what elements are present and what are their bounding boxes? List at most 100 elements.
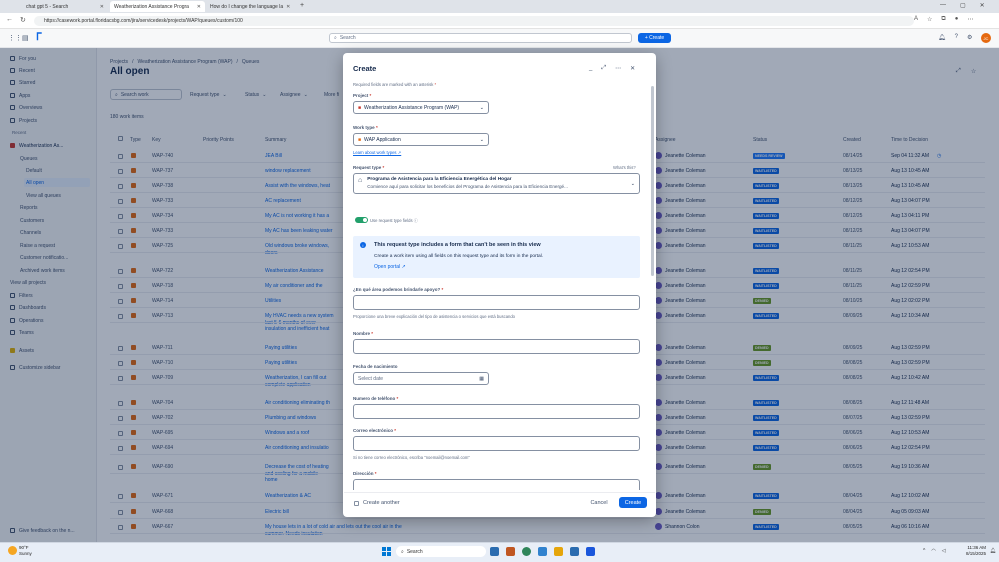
work-type-label: Work type * <box>353 125 378 130</box>
close-window-icon[interactable]: ✕ <box>980 2 985 9</box>
checkbox-label: Create another <box>363 500 400 506</box>
search-placeholder: Search <box>339 35 356 41</box>
collections-icon[interactable]: ⧉ <box>941 16 945 23</box>
taskbar-search[interactable]: ⌕ Search <box>396 546 486 557</box>
dialog-scrollbar[interactable] <box>651 86 654 276</box>
toggle-label-text: Use request type fields <box>370 218 413 223</box>
task-view-icon[interactable] <box>490 547 499 556</box>
learn-work-types-link[interactable]: Learn about work types ↗ <box>353 150 401 155</box>
start-icon[interactable] <box>382 547 391 556</box>
email-input[interactable] <box>353 436 640 451</box>
label-text: Dirección <box>353 471 374 476</box>
file-explorer-icon[interactable] <box>554 547 563 556</box>
link-text: Open portal <box>374 264 401 270</box>
notification-bell-icon[interactable]: 🔔︎ <box>990 548 996 554</box>
favorite-icon[interactable]: ☆ <box>927 16 932 23</box>
app-icon[interactable] <box>506 547 515 556</box>
settings-icon[interactable]: ⚙ <box>967 34 972 41</box>
clock[interactable]: 11:36 AM 8/15/2025 <box>966 545 986 557</box>
close-icon[interactable]: ✕ <box>197 4 201 10</box>
info-title: This request type includes a form that c… <box>374 242 541 248</box>
project-icon: ■ <box>358 104 362 111</box>
request-type-select[interactable]: ⌂ Programa de Asistencia para la Eficien… <box>353 173 640 194</box>
request-type-label: Request type * <box>353 165 385 170</box>
notifications-icon[interactable]: 🔔︎ <box>938 34 946 41</box>
create-another-checkbox[interactable]: Create another <box>354 500 400 506</box>
minimize-icon[interactable]: — <box>940 2 946 9</box>
tab-title: chat gpt 5 - Search <box>26 3 69 10</box>
open-portal-link[interactable]: Open portal ↗ <box>374 264 406 270</box>
button-label: Create <box>624 499 642 506</box>
wifi-icon[interactable]: ◠ <box>931 548 935 554</box>
phone-input[interactable] <box>353 404 640 419</box>
app-icon[interactable] <box>586 547 595 556</box>
calendar-icon[interactable]: ▦ <box>479 376 484 382</box>
browser-tab-active[interactable]: Weatherization Assistance Progra ✕ <box>110 1 205 12</box>
email-hint: Si no tiene correo electrónico, escriba … <box>353 455 470 460</box>
app-icon[interactable] <box>538 547 547 556</box>
chevron-down-icon: ⌄ <box>630 181 635 187</box>
chevron-down-icon: ⌄ <box>479 136 484 143</box>
chevron-up-icon[interactable]: ^ <box>923 548 925 554</box>
toggle-label: Use request type fields ⓘ <box>370 218 418 224</box>
sidebar-toggle-icon[interactable]: ▤ <box>22 34 29 42</box>
area-support-input[interactable] <box>353 295 640 310</box>
help-icon[interactable]: ? <box>955 34 958 41</box>
create-button[interactable]: + Create <box>638 33 671 43</box>
chevron-down-icon: ⌄ <box>479 104 484 111</box>
expand-icon[interactable]: ⤢ <box>601 65 606 72</box>
info-icon[interactable]: ⓘ <box>414 218 418 223</box>
weather-desc: Sunny <box>19 551 32 556</box>
button-label: Cancel <box>590 499 608 506</box>
more-icon[interactable]: ⋯ <box>615 65 621 72</box>
label-text: Work type <box>353 125 375 130</box>
weather-icon[interactable] <box>8 546 17 555</box>
edge-icon[interactable] <box>522 547 531 556</box>
browser-tab[interactable]: chat gpt 5 - Search ✕ <box>22 1 108 12</box>
house-icon: ⌂ <box>358 177 363 184</box>
global-search-input[interactable]: ⌕ Search <box>329 33 632 43</box>
app-switcher-icon[interactable]: ⋮⋮ <box>8 34 22 42</box>
label-text: ¿En qué área podemos brindarle apoyo? <box>353 287 441 292</box>
address-input[interactable] <box>353 479 640 490</box>
date: 8/15/2025 <box>966 551 987 556</box>
volume-icon[interactable]: ◁ <box>942 548 946 554</box>
project-select[interactable]: ■ Weatherization Assistance Program (WAP… <box>353 101 489 114</box>
avatar[interactable]: JC <box>981 33 991 43</box>
label-text: Request type <box>353 165 382 170</box>
url-text: https://casework.portal.floridacsbg.com/… <box>44 18 243 24</box>
url-field[interactable]: https://casework.portal.floridacsbg.com/… <box>34 16 914 26</box>
name-input[interactable] <box>353 339 640 354</box>
whats-this-link[interactable]: What's this? <box>613 165 636 170</box>
request-type-text: Programa de Asistencia para la Eficienci… <box>367 177 617 189</box>
required-note: Required fields are marked with an aster… <box>353 82 437 87</box>
browser-tab[interactable]: How do I change the language la ✕ <box>206 1 294 12</box>
refresh-icon[interactable]: ↻ <box>20 16 26 24</box>
outlook-icon[interactable] <box>570 547 579 556</box>
new-tab-icon[interactable]: + <box>300 2 304 9</box>
work-type-value: WAP Application <box>364 136 401 143</box>
weather-widget[interactable]: 90°F Sunny <box>19 545 32 557</box>
request-type-fields-toggle[interactable] <box>355 217 368 223</box>
label-text: Correo electrónico <box>353 428 394 433</box>
create-button-label: + Create <box>644 35 665 41</box>
profile-icon[interactable]: ● <box>955 16 959 23</box>
work-type-select[interactable]: ■ WAP Application ⌄ <box>353 133 489 146</box>
read-aloud-icon[interactable]: A <box>914 16 918 23</box>
project-label: Project * <box>353 93 372 98</box>
close-icon[interactable]: ✕ <box>630 65 635 72</box>
logo-icon[interactable]: ᒥ <box>36 32 42 43</box>
label-text: Nombre <box>353 331 371 336</box>
cancel-button[interactable]: Cancel <box>585 497 613 508</box>
back-icon[interactable]: ← <box>6 16 13 23</box>
birthdate-input[interactable]: Select date ▦ <box>353 372 489 385</box>
checkbox[interactable] <box>354 500 359 506</box>
minimize-icon[interactable]: _ <box>589 65 592 72</box>
maximize-icon[interactable]: ▢ <box>960 2 966 9</box>
close-icon[interactable]: ✕ <box>100 4 104 10</box>
toggle-knob <box>363 218 367 222</box>
close-icon[interactable]: ✕ <box>286 4 290 10</box>
submit-create-button[interactable]: Create <box>619 497 647 508</box>
more-icon[interactable]: ⋯ <box>967 16 973 23</box>
request-type-description: Comience aquí para solicitar los benefic… <box>367 184 568 189</box>
